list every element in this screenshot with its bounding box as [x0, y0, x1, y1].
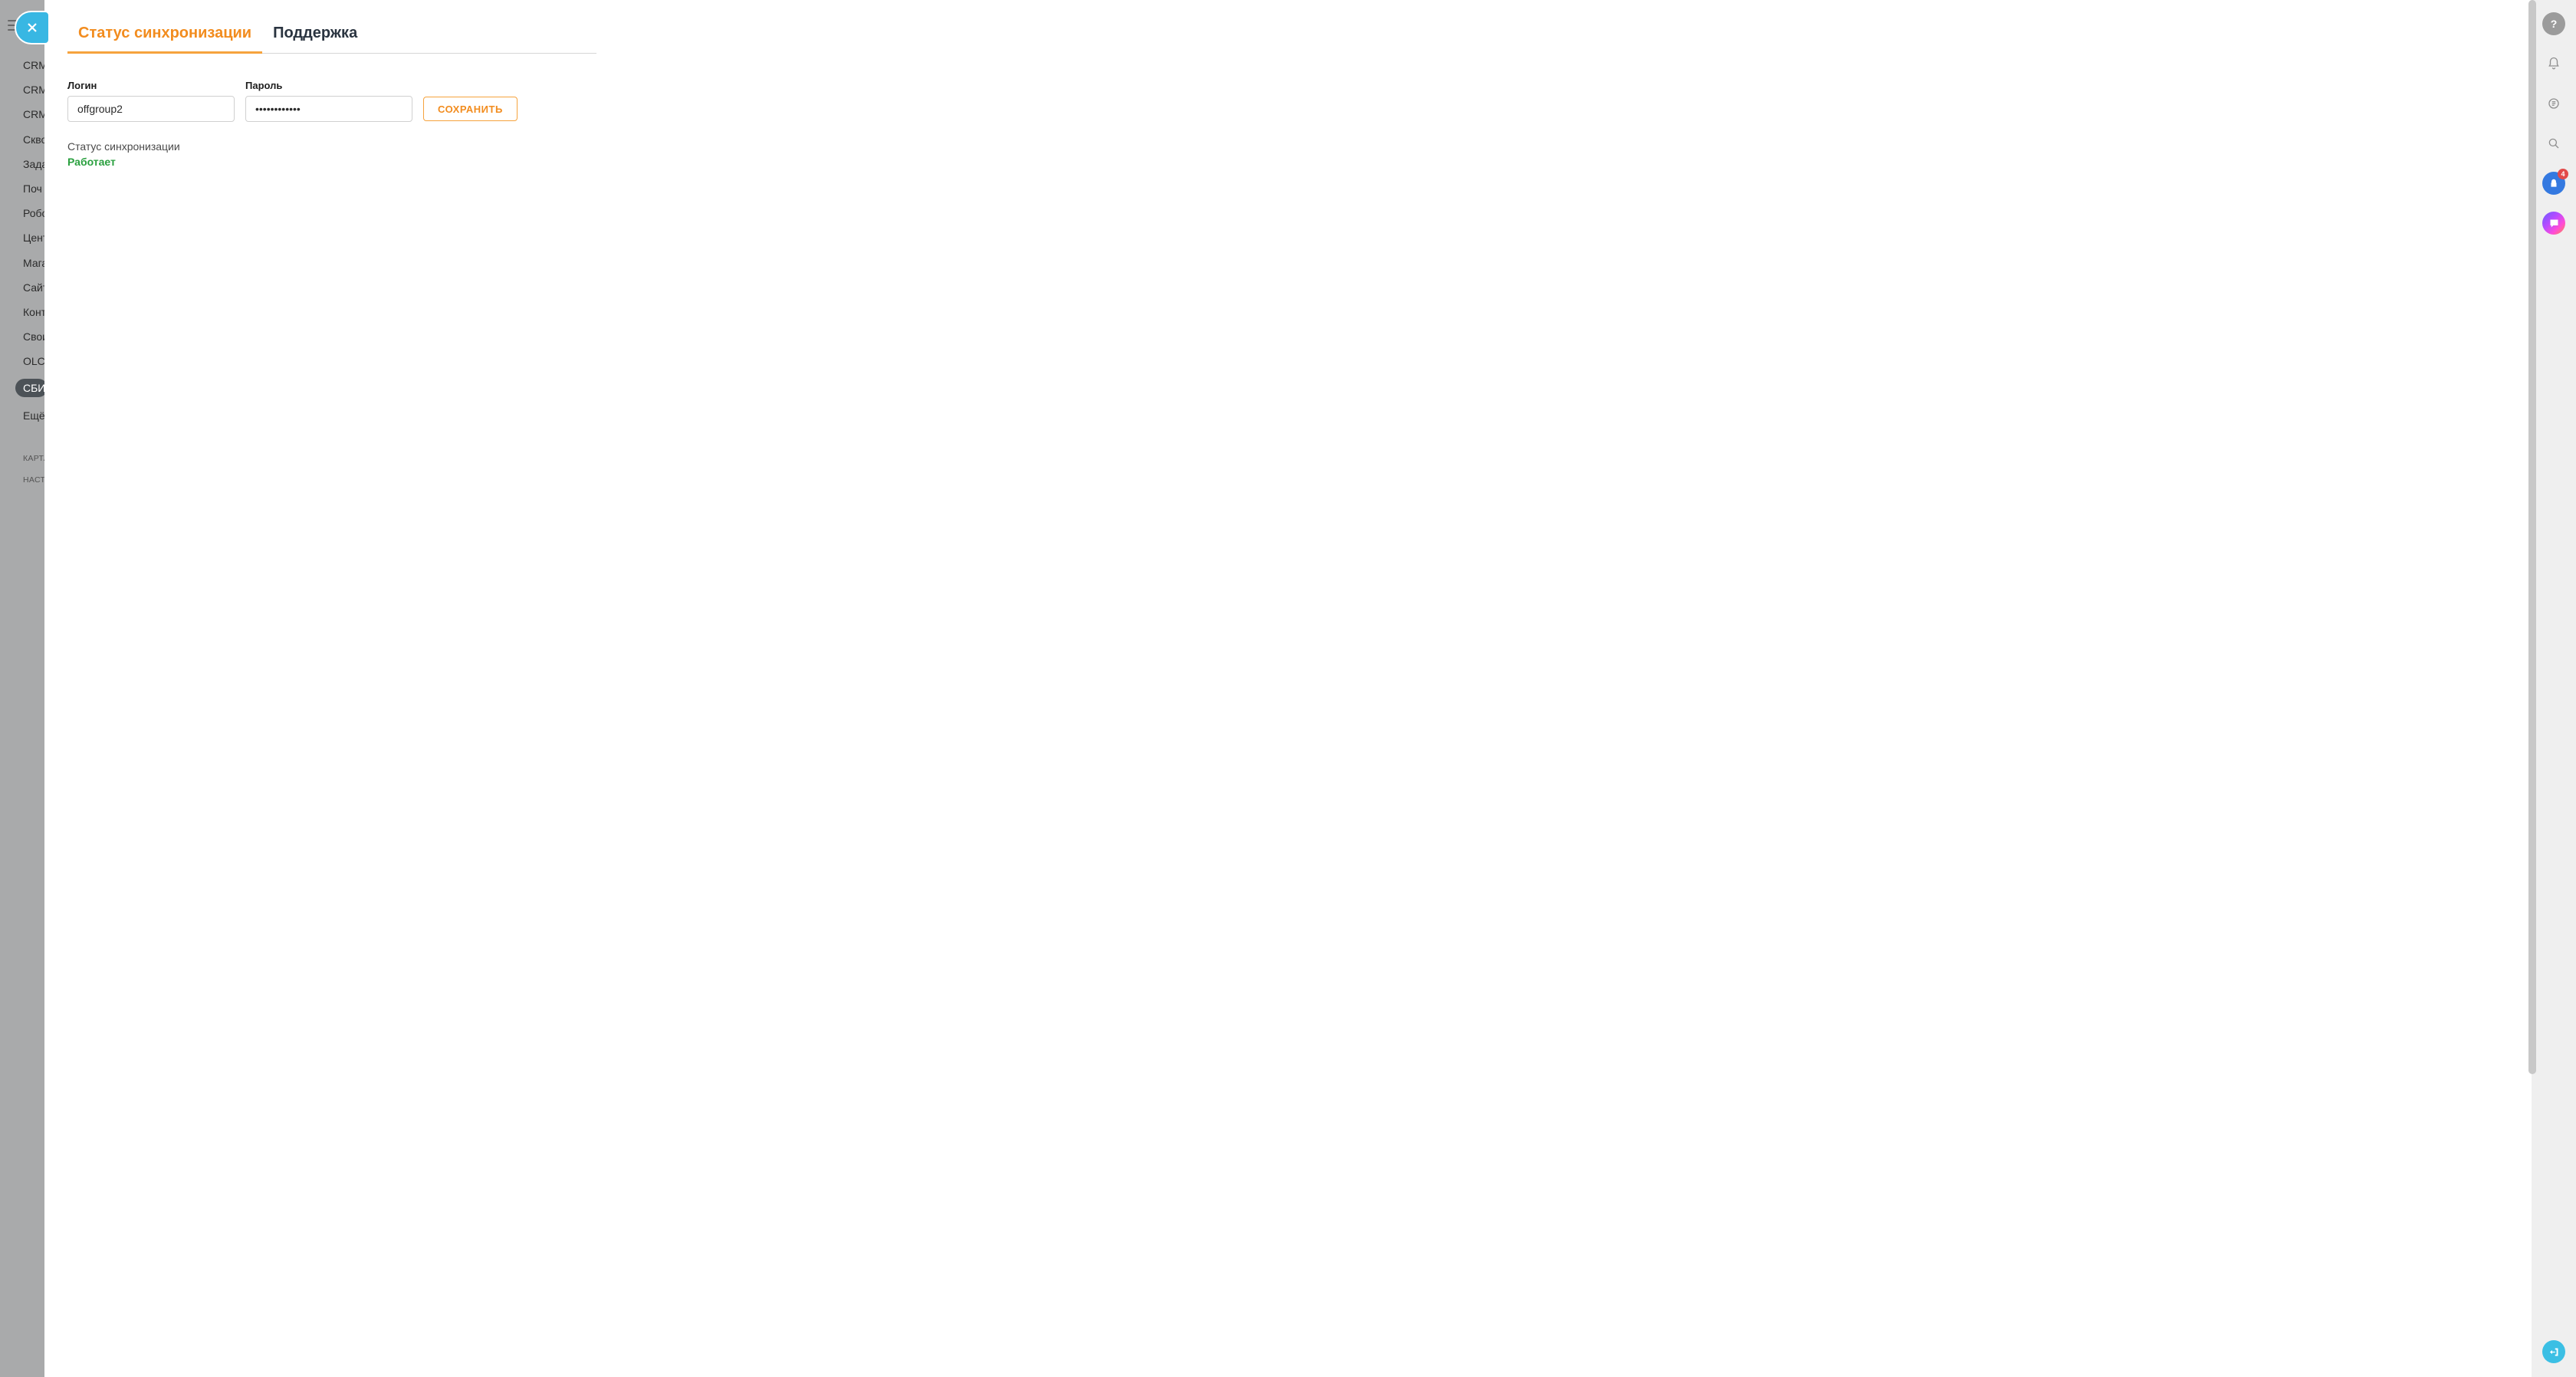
- notifications-button[interactable]: [2542, 52, 2565, 75]
- right-rail: ? 4: [2532, 0, 2576, 1377]
- close-button[interactable]: [15, 11, 50, 44]
- bell-icon: [2547, 57, 2561, 71]
- chat-button[interactable]: [2542, 212, 2565, 235]
- sidebar-item-active[interactable]: СБИ: [15, 379, 48, 397]
- settings-panel: Статус синхронизации Поддержка Логин Пар…: [44, 0, 2528, 1377]
- enter-icon: [2548, 1346, 2560, 1358]
- password-input[interactable]: [245, 96, 412, 122]
- credentials-form: Логин Пароль СОХРАНИТЬ: [67, 80, 2505, 122]
- search-icon: [2547, 136, 2561, 150]
- billing-button[interactable]: [2542, 92, 2565, 115]
- password-field-group: Пароль: [245, 80, 412, 122]
- sync-status-value: Работает: [67, 154, 2505, 169]
- sync-status-title: Статус синхронизации: [67, 139, 2505, 154]
- lock-icon: [2548, 178, 2559, 189]
- tabs: Статус синхронизации Поддержка: [67, 17, 596, 54]
- left-sidebar-dim: CRM CRM CRM Скво Зада Поч Робо Цент Мага…: [0, 0, 48, 1377]
- help-icon: ?: [2551, 18, 2558, 30]
- coin-icon: [2547, 97, 2561, 110]
- password-label: Пароль: [245, 80, 412, 91]
- help-button[interactable]: ?: [2542, 12, 2565, 35]
- login-input[interactable]: [67, 96, 235, 122]
- login-label: Логин: [67, 80, 235, 91]
- sync-status-block: Статус синхронизации Работает: [67, 139, 2505, 169]
- tab-support[interactable]: Поддержка: [262, 17, 368, 53]
- close-icon: [26, 21, 38, 34]
- scrollbar[interactable]: [2528, 0, 2536, 1074]
- chat-icon: [2548, 218, 2560, 229]
- tab-sync-status[interactable]: Статус синхронизации: [67, 17, 262, 54]
- floating-action-button[interactable]: [2542, 1340, 2565, 1363]
- lock-badge: 4: [2558, 169, 2568, 179]
- lock-button[interactable]: 4: [2542, 172, 2565, 195]
- save-button[interactable]: СОХРАНИТЬ: [423, 97, 518, 121]
- search-button[interactable]: [2542, 132, 2565, 155]
- login-field-group: Логин: [67, 80, 235, 122]
